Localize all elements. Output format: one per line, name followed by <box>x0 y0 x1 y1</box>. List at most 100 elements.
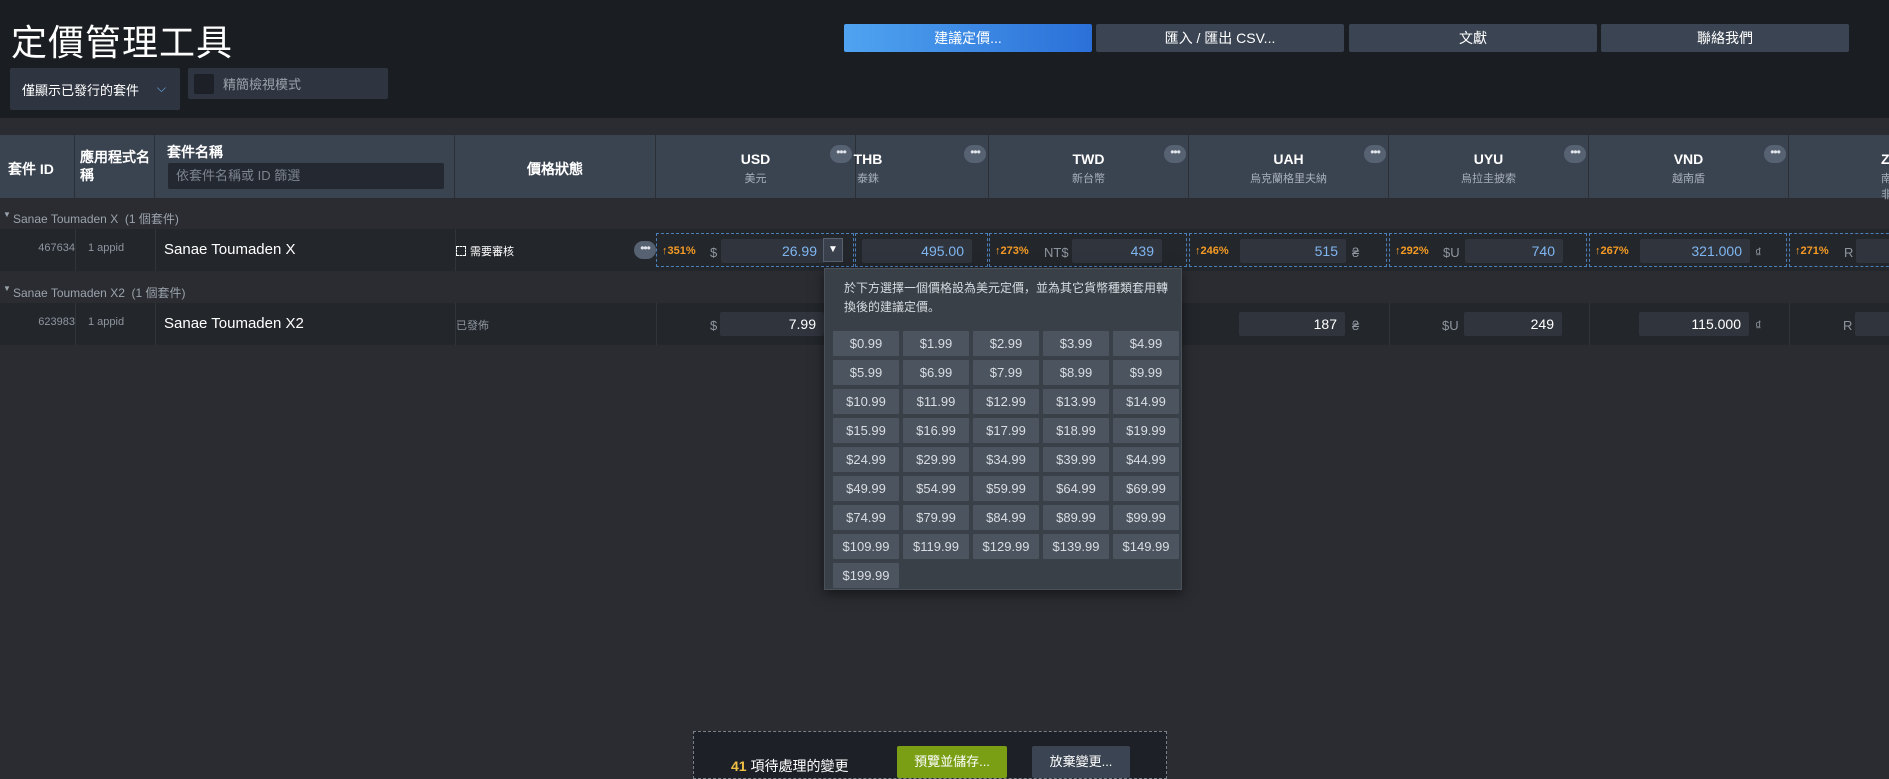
divider <box>1589 303 1590 345</box>
price-option-button[interactable]: $139.99 <box>1043 534 1109 559</box>
col-app-name[interactable]: 應用程式名稱 <box>75 135 155 198</box>
price-option-button[interactable]: $8.99 <box>1043 360 1109 385</box>
price-option-button[interactable]: $14.99 <box>1113 389 1179 414</box>
price-option-button[interactable]: $59.99 <box>973 476 1039 501</box>
price-input-zar[interactable] <box>1856 239 1889 263</box>
price-option-button[interactable]: $84.99 <box>973 505 1039 530</box>
col-thb[interactable]: THB 泰銖 ••• <box>854 135 989 198</box>
more-options-icon[interactable]: ••• <box>1164 145 1186 163</box>
more-options-icon[interactable]: ••• <box>1564 145 1586 163</box>
package-search-input[interactable]: 依套件名稱或 ID 篩選 <box>168 163 444 189</box>
col-twd[interactable]: TWD 新台幣 ••• <box>989 135 1189 198</box>
col-price-status-label: 價格狀態 <box>527 161 583 177</box>
price-option-button[interactable]: $199.99 <box>833 563 899 588</box>
price-option-button[interactable]: $4.99 <box>1113 331 1179 356</box>
price-dropdown-button[interactable]: ▼ <box>823 238 843 262</box>
import-export-csv-button[interactable]: 匯入 / 匯出 CSV... <box>1096 24 1344 52</box>
price-option-button[interactable]: $15.99 <box>833 418 899 443</box>
price-option-button[interactable]: $9.99 <box>1113 360 1179 385</box>
col-zar[interactable]: ZA 南非 <box>1789 135 1889 201</box>
price-status-text: 已發佈 <box>456 320 489 332</box>
col-uah[interactable]: UAH 烏克蘭格里夫納 ••• <box>1189 135 1389 198</box>
price-option-button[interactable]: $129.99 <box>973 534 1039 559</box>
price-option-button[interactable]: $6.99 <box>903 360 969 385</box>
increase-arrow-icon: ↑267% <box>1595 245 1629 257</box>
package-id: 467634 <box>38 242 75 254</box>
price-input-zar[interactable] <box>1855 312 1889 336</box>
pending-count: 41 <box>731 758 747 774</box>
price-input-twd[interactable]: 439 <box>1072 239 1162 263</box>
divider <box>75 303 76 345</box>
price-option-button[interactable]: $19.99 <box>1113 418 1179 443</box>
price-option-button[interactable]: $18.99 <box>1043 418 1109 443</box>
price-option-button[interactable]: $1.99 <box>903 331 969 356</box>
price-option-button[interactable]: $64.99 <box>1043 476 1109 501</box>
group-header[interactable]: ▼ Sanae Toumaden X (1 個套件) <box>0 205 1889 229</box>
price-option-button[interactable]: $29.99 <box>903 447 969 472</box>
price-input-uah[interactable]: 515 <box>1240 239 1346 263</box>
increase-arrow-icon: ↑351% <box>662 245 696 257</box>
price-option-button[interactable]: $0.99 <box>833 331 899 356</box>
currency-name: 新台幣 <box>1072 173 1105 185</box>
price-cell-twd: ↑273% NT$ 439 <box>989 233 1187 267</box>
price-option-button[interactable]: $149.99 <box>1113 534 1179 559</box>
documentation-button[interactable]: 文獻 <box>1349 24 1597 52</box>
price-option-button[interactable]: $89.99 <box>1043 505 1109 530</box>
release-filter-select[interactable]: 僅顯示已發行的套件 ⌵ <box>10 68 180 110</box>
suggest-pricing-button[interactable]: 建議定價... <box>844 24 1092 52</box>
price-option-button[interactable]: $99.99 <box>1113 505 1179 530</box>
price-input-usd[interactable]: 7.99 <box>720 312 824 336</box>
price-input-vnd[interactable]: 321.000 <box>1640 239 1750 263</box>
more-options-icon[interactable]: ••• <box>1364 145 1386 163</box>
more-options-icon[interactable]: ••• <box>964 145 986 163</box>
price-input-uyu[interactable]: 740 <box>1465 239 1563 263</box>
more-options-icon[interactable]: ••• <box>1764 145 1786 163</box>
price-option-button[interactable]: $2.99 <box>973 331 1039 356</box>
price-input-usd[interactable]: 26.99 <box>721 239 825 263</box>
price-option-button[interactable]: $24.99 <box>833 447 899 472</box>
compact-mode-label: 精簡檢視模式 <box>223 77 302 92</box>
price-option-button[interactable]: $74.99 <box>833 505 899 530</box>
appid-count: 1 appid <box>88 316 125 328</box>
col-vnd[interactable]: VND 越南盾 ••• <box>1589 135 1789 198</box>
price-option-button[interactable]: $119.99 <box>903 534 969 559</box>
price-input-uah[interactable]: 187 <box>1239 312 1345 336</box>
price-option-button[interactable]: $7.99 <box>973 360 1039 385</box>
price-input-thb[interactable]: 495.00 <box>862 239 972 263</box>
row-more-options-icon[interactable]: ••• <box>634 241 656 259</box>
increase-percent: 271% <box>1800 245 1829 257</box>
price-option-button[interactable]: $109.99 <box>833 534 899 559</box>
price-option-button[interactable]: $5.99 <box>833 360 899 385</box>
price-option-button[interactable]: $39.99 <box>1043 447 1109 472</box>
price-option-button[interactable]: $12.99 <box>973 389 1039 414</box>
price-option-button[interactable]: $16.99 <box>903 418 969 443</box>
package-name[interactable]: Sanae Toumaden X2 <box>164 315 304 332</box>
price-option-button[interactable]: $17.99 <box>973 418 1039 443</box>
price-cell-uyu: ↑292% $U 740 <box>1389 233 1587 267</box>
price-option-button[interactable]: $49.99 <box>833 476 899 501</box>
discard-changes-button[interactable]: 放棄變更... <box>1032 746 1130 778</box>
price-option-button[interactable]: $11.99 <box>903 389 969 414</box>
currency-symbol: NT$ <box>1044 245 1069 260</box>
currency-code: UYU <box>1473 151 1504 167</box>
increase-percent: 351% <box>667 245 696 257</box>
price-option-button[interactable]: $34.99 <box>973 447 1039 472</box>
price-option-button[interactable]: $79.99 <box>903 505 969 530</box>
group-count: (1 個套件) <box>131 286 186 300</box>
preview-save-button[interactable]: 預覽並儲存... <box>897 746 1007 778</box>
price-input-uyu[interactable]: 249 <box>1464 312 1562 336</box>
contact-us-button[interactable]: 聯絡我們 <box>1601 24 1849 52</box>
col-package-id[interactable]: 套件 ID <box>0 135 75 198</box>
col-uyu[interactable]: UYU 烏拉圭披索 ••• <box>1389 135 1589 198</box>
col-price-status[interactable]: 價格狀態 <box>455 135 656 198</box>
price-option-button[interactable]: $10.99 <box>833 389 899 414</box>
price-option-button[interactable]: $44.99 <box>1113 447 1179 472</box>
price-option-button[interactable]: $3.99 <box>1043 331 1109 356</box>
price-input-vnd[interactable]: 115.000 <box>1639 312 1749 336</box>
price-option-button[interactable]: $54.99 <box>903 476 969 501</box>
price-option-button[interactable]: $69.99 <box>1113 476 1179 501</box>
popup-description: 於下方選擇一個價格設為美元定價，並為其它貨幣種類套用轉換後的建議定價。 <box>844 281 1169 314</box>
price-option-button[interactable]: $13.99 <box>1043 389 1109 414</box>
package-name[interactable]: Sanae Toumaden X <box>164 241 296 258</box>
compact-mode-toggle[interactable]: 精簡檢視模式 <box>188 68 388 99</box>
